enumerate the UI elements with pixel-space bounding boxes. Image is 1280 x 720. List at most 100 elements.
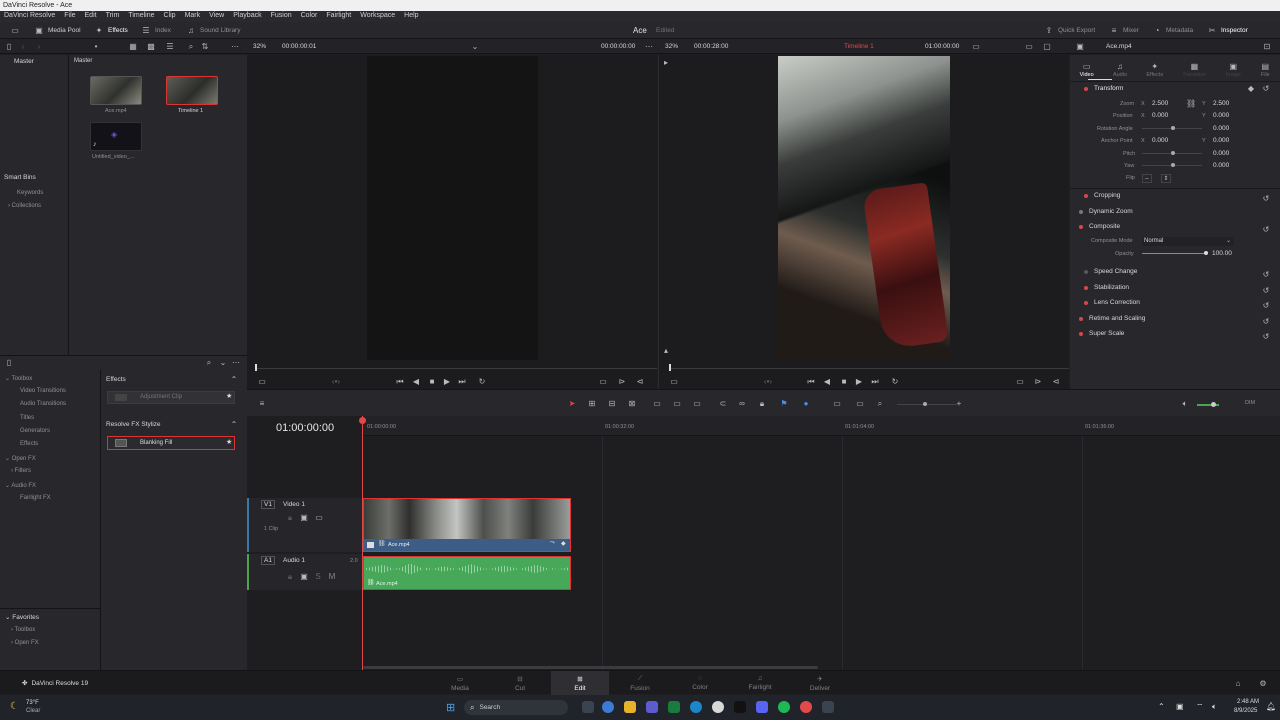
- program-out-icon[interactable]: ⊲: [1051, 377, 1061, 386]
- program-view-options-icon[interactable]: ▭: [669, 377, 679, 386]
- opacity-slider-knob[interactable]: [1204, 251, 1208, 255]
- program-next-icon[interactable]: ⏭: [870, 377, 880, 386]
- program-stop-icon[interactable]: ■: [839, 377, 849, 386]
- windows-start-icon[interactable]: ⊞: [446, 701, 455, 714]
- track-name-v1[interactable]: Video 1: [283, 501, 305, 508]
- task-view-icon[interactable]: [582, 701, 594, 713]
- mark-in-icon[interactable]: ⊳: [617, 377, 627, 386]
- menu-file[interactable]: File: [64, 12, 75, 22]
- enable-dot[interactable]: [1084, 269, 1088, 274]
- position-x-value[interactable]: 0.000: [1152, 112, 1168, 119]
- solo-icon[interactable]: S: [313, 572, 323, 581]
- source-view-options-icon[interactable]: ▭: [257, 377, 267, 386]
- tree-fairlight-fx[interactable]: Fairlight FX: [20, 495, 51, 501]
- yaw-slider-knob[interactable]: [1171, 163, 1175, 167]
- media-pool-button[interactable]: ▣ Media Pool: [34, 26, 80, 35]
- clip-thumbnail-untitled[interactable]: ◈ ♪: [90, 122, 142, 151]
- sound-library-button[interactable]: ♫ Sound Library: [186, 26, 240, 35]
- enable-dot[interactable]: [1079, 209, 1083, 214]
- section-speed-change[interactable]: Speed Change: [1070, 265, 1280, 278]
- fullscreen-icon[interactable]: ▢: [1042, 42, 1052, 51]
- tab-video[interactable]: ▭ Video: [1080, 62, 1094, 78]
- reset-icon[interactable]: ↺: [1261, 84, 1271, 93]
- page-deliver[interactable]: ✈ Deliver: [791, 671, 849, 695]
- back-icon[interactable]: ‹: [18, 42, 28, 51]
- reset-speed-icon[interactable]: ↺: [1261, 270, 1271, 279]
- viewer-mode-icon[interactable]: ▭: [971, 42, 981, 51]
- zoom-in-icon[interactable]: +: [954, 399, 964, 408]
- edge-icon[interactable]: [690, 701, 702, 713]
- zoom-detail-icon[interactable]: ▭: [855, 399, 865, 408]
- tab-file[interactable]: ▤ File: [1260, 62, 1270, 78]
- effects-button[interactable]: ✦ Effects: [94, 26, 128, 35]
- program-playhead[interactable]: [669, 364, 671, 371]
- smart-bin-collections[interactable]: › Collections: [8, 203, 41, 209]
- speaker-icon[interactable]: 🔈︎: [1180, 399, 1190, 408]
- zoom-y-value[interactable]: 2.500: [1213, 100, 1229, 107]
- favorite-open-fx[interactable]: › Open FX: [11, 640, 39, 646]
- prev-clip-icon[interactable]: ⏮: [395, 377, 405, 386]
- tree-toolbox[interactable]: ⌄ Toolbox: [5, 375, 32, 382]
- metadata-button[interactable]: ◔ Metadata: [1152, 26, 1194, 35]
- page-edit[interactable]: ⊞ Edit: [551, 671, 609, 695]
- mark-out-icon[interactable]: ⊲: [635, 377, 645, 386]
- file-explorer-icon[interactable]: [624, 701, 636, 713]
- page-fairlight[interactable]: ♫ Fairlight: [731, 671, 789, 695]
- source-frame[interactable]: [367, 56, 538, 360]
- auto-select-icon[interactable]: ▣: [299, 513, 309, 522]
- enable-dot[interactable]: [1084, 86, 1088, 91]
- source-more-icon[interactable]: ⋯: [644, 42, 654, 51]
- section-stabilization[interactable]: Stabilization: [1070, 281, 1280, 294]
- sidebar-toggle-icon[interactable]: ▯: [4, 42, 14, 51]
- home-icon[interactable]: ⌂: [1233, 679, 1243, 688]
- track-name-a1[interactable]: Audio 1: [283, 557, 305, 564]
- tree-video-transitions[interactable]: Video Transitions: [20, 388, 66, 394]
- grid-small-icon[interactable]: ▦: [128, 42, 138, 51]
- enable-dot[interactable]: [1084, 285, 1088, 290]
- sort-icon[interactable]: ⇅: [200, 42, 210, 51]
- menu-help[interactable]: Help: [404, 12, 418, 22]
- mute-icon[interactable]: M: [327, 572, 337, 581]
- list-view-icon[interactable]: ☰: [165, 42, 175, 51]
- collapse-icon[interactable]: ⌃: [229, 420, 239, 429]
- tree-audio-fx[interactable]: ⌄ Audio FX: [5, 482, 36, 489]
- pitch-slider-knob[interactable]: [1171, 151, 1175, 155]
- page-color[interactable]: ◌ Color: [671, 671, 729, 695]
- enable-dot[interactable]: [1079, 316, 1083, 321]
- program-zoom[interactable]: 32%: [665, 43, 678, 50]
- tab-transition[interactable]: ▦ Transition: [1182, 62, 1206, 78]
- grid-large-icon[interactable]: ▩: [146, 42, 156, 51]
- position-y-value[interactable]: 0.000: [1213, 112, 1229, 119]
- source-zoom[interactable]: 32%: [253, 43, 266, 50]
- section-cropping[interactable]: Cropping: [1070, 189, 1280, 202]
- notification-icon[interactable]: 🔔︎: [1266, 702, 1276, 711]
- effects-sidebar-icon[interactable]: ▯: [4, 358, 14, 367]
- effect-blanking-fill[interactable]: Blanking Fill ★: [107, 436, 235, 450]
- dynamic-trim-icon[interactable]: ⊟: [607, 399, 617, 408]
- link-icon[interactable]: ⛓: [1186, 99, 1196, 108]
- play-icon[interactable]: ▶: [442, 377, 452, 386]
- star-icon[interactable]: ★: [226, 392, 232, 400]
- enable-dot[interactable]: [1084, 193, 1088, 198]
- reset-lens-icon[interactable]: ↺: [1261, 301, 1271, 310]
- timeline-zoom-knob[interactable]: [923, 402, 927, 406]
- program-prev-icon[interactable]: ⏮: [806, 377, 816, 386]
- effects-more-icon[interactable]: ⋯: [231, 358, 241, 367]
- timeline-scrollbar[interactable]: [363, 666, 818, 669]
- video-clip[interactable]: ⛓ Ace.mp4 ⤳ ◆: [363, 498, 571, 552]
- menu-workspace[interactable]: Workspace: [360, 12, 395, 22]
- timeline-playhead[interactable]: [362, 416, 363, 670]
- tree-open-fx[interactable]: ⌄ Open FX: [5, 455, 36, 462]
- volume-knob[interactable]: [1211, 402, 1216, 407]
- effect-adjustment-clip[interactable]: Adjustment Clip ★: [107, 391, 235, 404]
- cinema-icon[interactable]: ▭: [1024, 42, 1034, 51]
- taskbar-search[interactable]: ⌕ Search: [464, 700, 568, 715]
- wifi-icon[interactable]: ⌔: [1196, 702, 1204, 712]
- clip-thumbnail-timeline[interactable]: [166, 76, 218, 105]
- program-match-icon[interactable]: ▭: [1015, 377, 1025, 386]
- effects-search-icon[interactable]: ⌕: [204, 358, 214, 367]
- menu-playback[interactable]: Playback: [233, 12, 261, 22]
- program-play-icon[interactable]: ▶: [854, 377, 864, 386]
- enable-dot[interactable]: [1079, 331, 1083, 336]
- tab-audio[interactable]: ♫ Audio: [1113, 62, 1127, 78]
